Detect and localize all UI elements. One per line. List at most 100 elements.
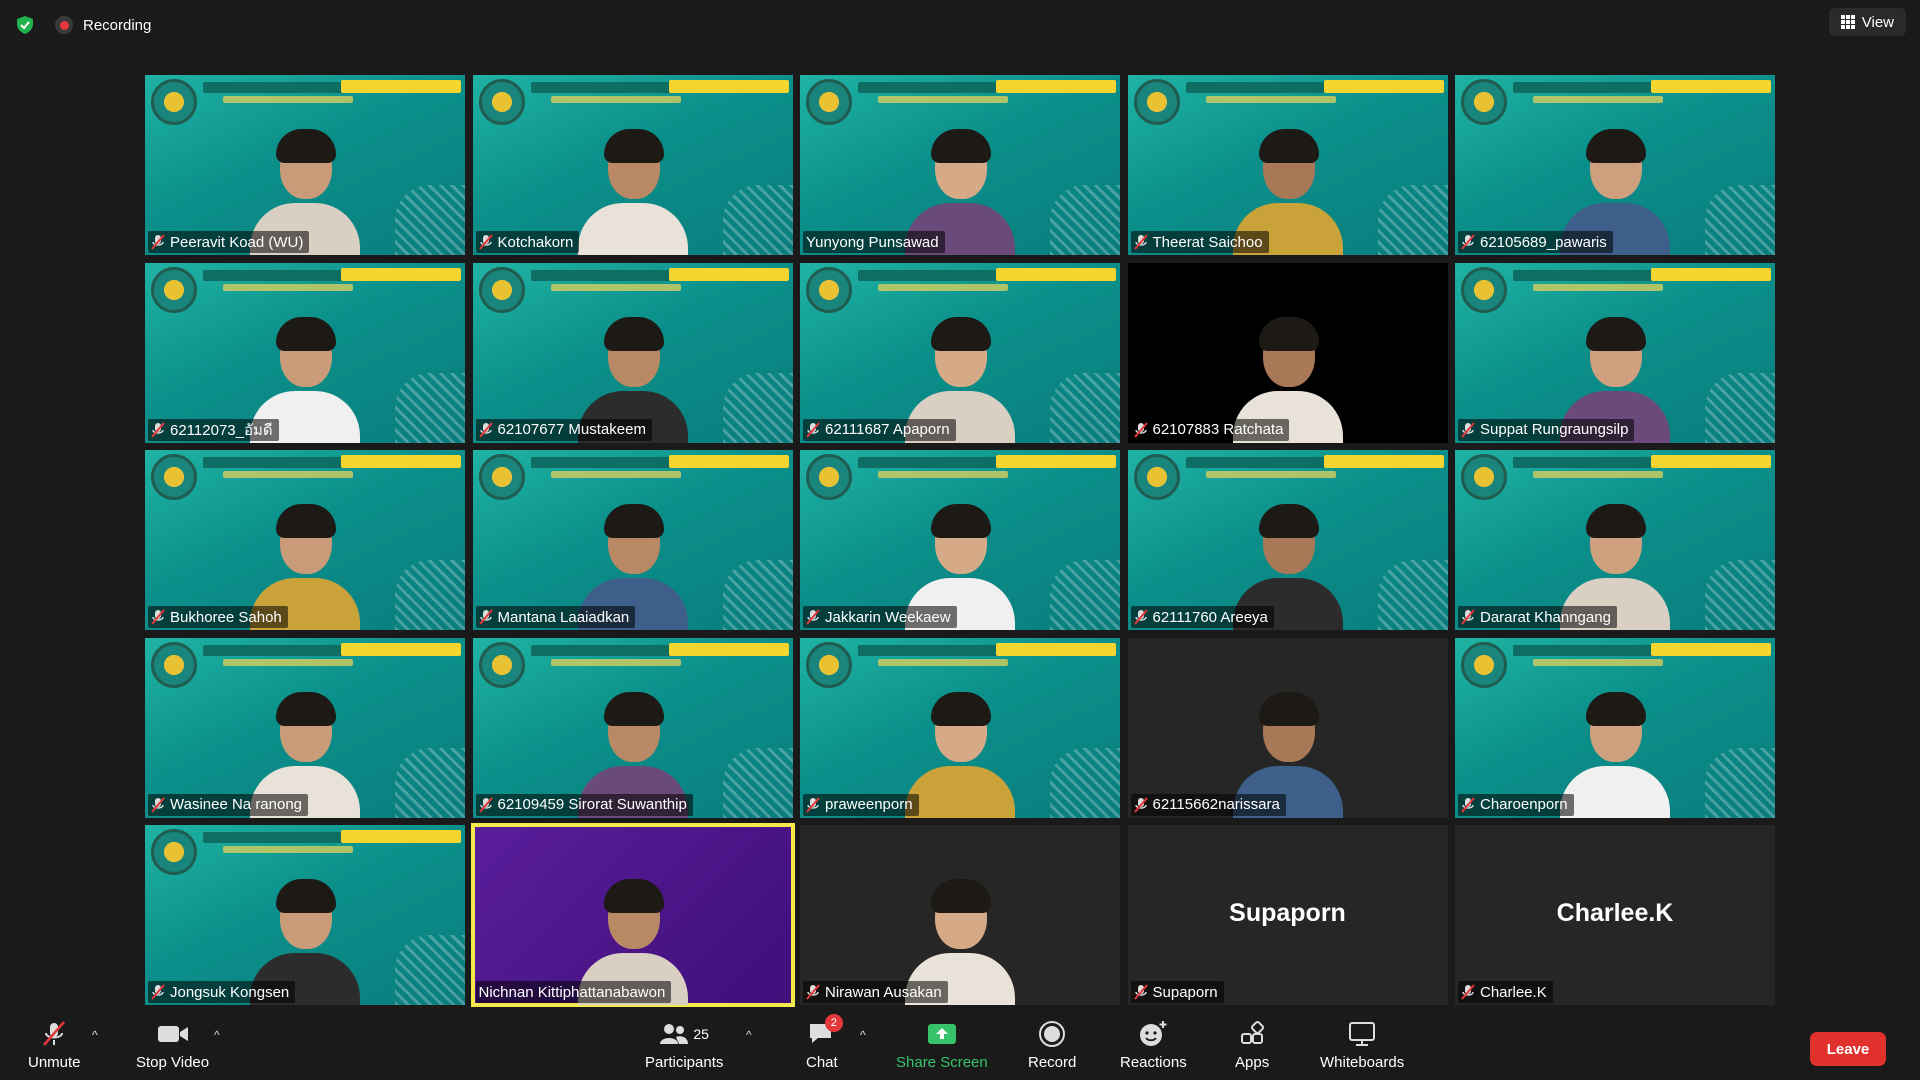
recording-indicator[interactable]: Recording: [55, 15, 151, 35]
participant-tile[interactable]: Charlee.K Charlee.K: [1455, 825, 1775, 1005]
participant-name: Mantana Laaiadkan: [497, 608, 630, 626]
participant-tile[interactable]: 62107677 Mustakeem: [472, 262, 793, 443]
participant-tile[interactable]: 62112073_อัมดี: [145, 262, 465, 443]
mic-muted-icon: [151, 984, 165, 1000]
participant-tile[interactable]: Kotchakorn: [472, 75, 793, 255]
decorative-stripes: [395, 185, 465, 255]
participant-name-tag: Mantana Laaiadkan: [475, 606, 636, 628]
decorative-stripes: [395, 560, 465, 630]
participant-name-tag: Kotchakorn: [475, 231, 580, 253]
chat-unread-badge: 2: [824, 1014, 843, 1032]
share-screen-button[interactable]: Share Screen: [896, 1020, 988, 1071]
participant-tile[interactable]: Nichnan Kittiphattanabawon: [470, 823, 795, 1007]
avatar-name-placeholder: Charlee.K: [1556, 899, 1674, 927]
participant-tile[interactable]: Dararat Khanngang: [1455, 450, 1775, 630]
participant-name-tag: Nichnan Kittiphattanabawon: [475, 981, 672, 1003]
participant-tile[interactable]: Peeravit Koad (WU): [145, 75, 465, 255]
event-banner: [473, 263, 793, 313]
decorative-stripes: [395, 372, 465, 443]
event-banner: [1455, 263, 1775, 313]
view-button[interactable]: View: [1828, 8, 1906, 36]
participants-count: 25: [693, 1026, 709, 1042]
mic-muted-icon: [478, 234, 493, 250]
participant-name: Nichnan Kittiphattanabawon: [478, 983, 666, 1001]
participant-tile[interactable]: 62111760 Areeya: [1127, 450, 1448, 630]
security-shield-icon[interactable]: [15, 15, 35, 35]
participant-name-tag: Dararat Khanngang: [1458, 606, 1617, 628]
participant-name: Jakkarin Weekaew: [825, 608, 951, 626]
event-banner: [473, 638, 793, 688]
participant-name-tag: Suppat Rungraungsilp: [1458, 418, 1635, 441]
decorative-stripes: [1377, 560, 1448, 630]
leave-button[interactable]: Leave: [1810, 1032, 1886, 1066]
record-button[interactable]: Record: [1028, 1020, 1076, 1071]
chat-options-caret-icon[interactable]: ^: [860, 1028, 866, 1042]
chat-button[interactable]: 2 Chat: [806, 1014, 843, 1071]
mic-muted-icon: [1133, 984, 1148, 1000]
participant-video-person: [905, 678, 1015, 818]
decorative-stripes: [1377, 185, 1448, 255]
stop-video-button[interactable]: Stop Video: [136, 1020, 209, 1071]
participants-options-caret-icon[interactable]: ^: [746, 1028, 752, 1042]
unmute-button[interactable]: Unmute: [28, 1020, 81, 1071]
decorative-stripes: [395, 935, 465, 1005]
mic-muted-icon: [1133, 234, 1148, 250]
event-banner: [145, 638, 465, 688]
whiteboards-button[interactable]: Whiteboards: [1320, 1020, 1404, 1071]
participant-tile[interactable]: 62111687 Apaporn: [800, 262, 1120, 443]
participants-label: Participants: [645, 1054, 724, 1071]
participant-tile[interactable]: 62105689_pawaris: [1455, 75, 1775, 255]
participant-tile[interactable]: Bukhoree Sahoh: [145, 450, 465, 630]
event-banner: [1455, 450, 1775, 500]
mic-muted-icon: [1133, 421, 1148, 438]
event-banner: [800, 263, 1120, 313]
mic-muted-icon: [806, 796, 820, 813]
participant-name-tag: Theerat Saichoo: [1130, 231, 1269, 253]
participant-name: Bukhoree Sahoh: [170, 608, 282, 626]
participant-name: 62107883 Ratchata: [1152, 421, 1284, 438]
participant-name-tag: Supaporn: [1130, 981, 1224, 1003]
participant-tile[interactable]: 62107883 Ratchata: [1127, 262, 1448, 443]
participant-name: Yunyong Punsawad: [806, 233, 939, 251]
participant-name-tag: Yunyong Punsawad: [803, 231, 945, 253]
participant-tile[interactable]: Jakkarin Weekaew: [800, 450, 1120, 630]
participant-tile[interactable]: Jongsuk Kongsen: [145, 825, 465, 1005]
decorative-stripes: [1050, 560, 1120, 630]
mic-muted-icon: [1461, 984, 1475, 1000]
participant-name: Dararat Khanngang: [1480, 608, 1611, 626]
participant-name-tag: Jakkarin Weekaew: [803, 606, 957, 628]
chat-label: Chat: [806, 1054, 838, 1071]
reactions-button[interactable]: Reactions: [1120, 1020, 1187, 1071]
whiteboards-label: Whiteboards: [1320, 1054, 1405, 1071]
audio-options-caret-icon[interactable]: ^: [92, 1028, 98, 1042]
participant-name: Wasinee Na ranong: [170, 796, 303, 813]
participant-name-tag: Charlee.K: [1458, 981, 1553, 1003]
participant-tile[interactable]: Suppat Rungraungsilp: [1455, 262, 1775, 443]
participant-name-tag: Wasinee Na ranong: [148, 793, 309, 816]
participant-tile[interactable]: Supaporn Supaporn: [1127, 825, 1448, 1005]
mic-muted-icon: [1461, 234, 1475, 250]
participant-name-tag: 62105689_pawaris: [1458, 231, 1613, 253]
decorative-stripes: [722, 372, 793, 443]
participant-tile[interactable]: praweenporn: [800, 637, 1120, 818]
participant-name: Charlee.K: [1480, 983, 1547, 1001]
participant-tile[interactable]: Theerat Saichoo: [1127, 75, 1448, 255]
meeting-toolbar: Unmute ^ Stop Video ^ 25 Participants ^ …: [0, 1010, 1920, 1080]
video-options-caret-icon[interactable]: ^: [214, 1028, 220, 1042]
participant-name: 62107677 Mustakeem: [497, 421, 646, 438]
participant-tile[interactable]: Charoenporn: [1455, 637, 1775, 818]
participant-tile[interactable]: 62115662narissara: [1127, 637, 1448, 818]
participant-tile[interactable]: 62109459 Sirorat Suwanthip: [472, 637, 793, 818]
participants-icon: [660, 1024, 689, 1044]
participant-tile[interactable]: Nirawan Ausakan: [800, 825, 1120, 1005]
event-banner: [473, 75, 793, 125]
participant-name: 62111760 Areeya: [1152, 608, 1268, 626]
event-banner: [145, 825, 465, 875]
participant-tile[interactable]: Mantana Laaiadkan: [472, 450, 793, 630]
participant-name: Nirawan Ausakan: [825, 983, 942, 1001]
decorative-stripes: [1705, 372, 1775, 443]
participant-tile[interactable]: Wasinee Na ranong: [145, 637, 465, 818]
apps-button[interactable]: Apps: [1235, 1020, 1269, 1071]
participants-button[interactable]: 25 Participants: [645, 1020, 723, 1071]
participant-tile[interactable]: Yunyong Punsawad: [800, 75, 1120, 255]
